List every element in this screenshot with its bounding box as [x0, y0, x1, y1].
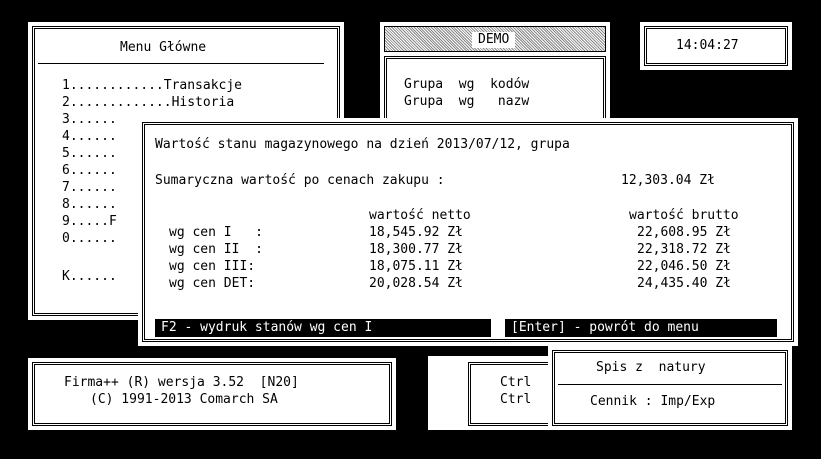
- price-row-brutto: 24,435.40 Zł: [637, 276, 731, 291]
- main-menu-title-divider: [38, 63, 324, 64]
- about-copyright: (C) 1991-2013 Comarch SA: [90, 392, 278, 407]
- price-row-label: wg cen III:: [169, 259, 256, 274]
- price-row-label: wg cen II :: [169, 242, 263, 257]
- back-to-menu-button[interactable]: [Enter] - powrót do menu: [505, 319, 777, 337]
- menu-item-1[interactable]: 1............Transakcje: [62, 78, 242, 94]
- menu-item-2[interactable]: 2.............Historia: [62, 95, 234, 111]
- header-brutto: wartość brutto: [629, 208, 739, 223]
- print-prices-button[interactable]: F2 - wydruk stanów wg cen I: [155, 319, 491, 337]
- ctrl-shortcut-1: Ctrl: [500, 375, 532, 390]
- pricelist-import-export[interactable]: Cennik : Imp/Exp: [590, 394, 715, 410]
- menu-item-4[interactable]: 4......: [62, 129, 117, 145]
- demo-panel: DEMO Grupa wg kodów Grupa wg nazw: [380, 22, 610, 122]
- price-row-netto: 18,075.11 Zł: [369, 259, 463, 274]
- dialog-title: Wartość stanu magazynowego na dzień 2013…: [155, 137, 570, 152]
- demo-group-by-names[interactable]: Grupa wg nazw: [404, 94, 529, 110]
- about-version: Firma++ (R) wersja 3.52 [N20]: [64, 375, 299, 390]
- clock-panel: 14:04:27: [640, 22, 792, 70]
- menu-item-8[interactable]: 8......: [62, 197, 117, 213]
- summary-purchase-label: Sumaryczna wartość po cenach zakupu :: [155, 173, 445, 188]
- menu-item-7[interactable]: 7......: [62, 180, 117, 196]
- menu-item-3[interactable]: 3......: [62, 112, 117, 128]
- stocktaking-item[interactable]: Spis z natury: [596, 360, 706, 376]
- demo-group-by-codes[interactable]: Grupa wg kodów: [404, 77, 529, 93]
- summary-purchase-value: 12,303.04 Zł: [621, 173, 715, 188]
- header-netto: wartość netto: [369, 208, 471, 223]
- price-row-netto: 20,028.54 Zł: [369, 276, 463, 291]
- ctrl-panel: Ctrl Ctrl: [428, 356, 588, 430]
- price-row-brutto: 22,318.72 Zł: [637, 242, 731, 257]
- inventory-divider: [558, 384, 782, 385]
- price-row-label: wg cen DET:: [169, 276, 256, 291]
- ctrl-shortcut-2: Ctrl: [500, 392, 532, 407]
- stock-value-dialog: Wartość stanu magazynowego na dzień 2013…: [138, 118, 798, 346]
- price-row-label: wg cen I :: [169, 225, 263, 240]
- menu-item-9[interactable]: 9.....F: [62, 214, 117, 230]
- price-row-brutto: 22,608.95 Zł: [637, 225, 731, 240]
- about-panel: Firma++ (R) wersja 3.52 [N20] (C) 1991-2…: [28, 358, 396, 430]
- menu-item-5[interactable]: 5......: [62, 146, 117, 162]
- main-menu-title: Menu Główne: [120, 40, 207, 55]
- price-row-netto: 18,545.92 Zł: [369, 225, 463, 240]
- menu-item-k[interactable]: K......: [62, 269, 117, 285]
- menu-item-6[interactable]: 6......: [62, 163, 117, 179]
- price-row-brutto: 22,046.50 Zł: [637, 259, 731, 274]
- demo-title: DEMO: [472, 32, 516, 48]
- inventory-panel: Spis z natury Cennik : Imp/Exp: [548, 346, 792, 430]
- price-row-netto: 18,300.77 Zł: [369, 242, 463, 257]
- clock-time: 14:04:27: [676, 38, 739, 53]
- menu-item-0[interactable]: 0......: [62, 231, 117, 247]
